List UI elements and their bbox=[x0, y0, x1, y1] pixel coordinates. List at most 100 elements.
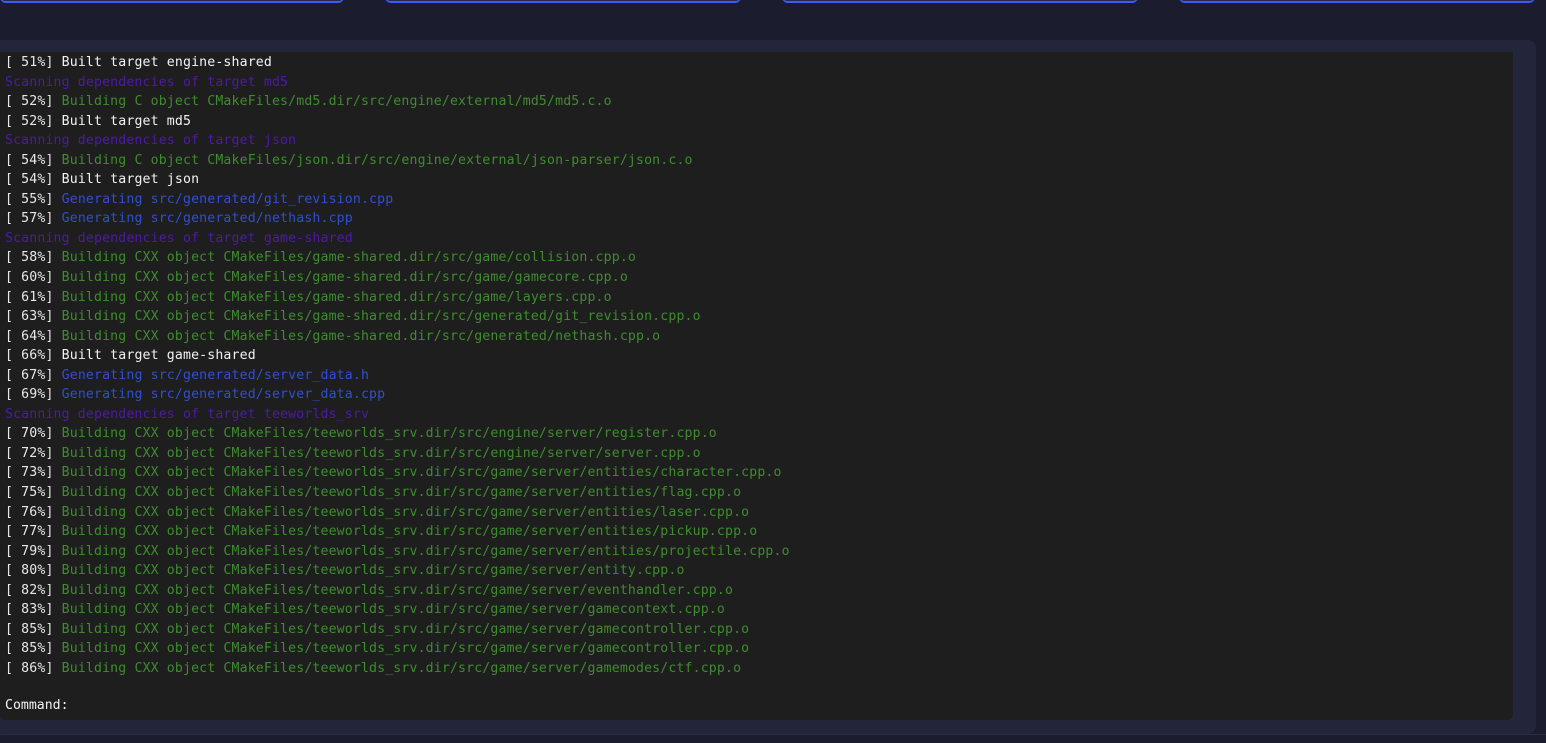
terminal-output: [ 51%] Built target engine-shared Scannin… bbox=[0, 52, 1513, 720]
log-line: [ 72%] Building CXX object CMakeFiles/te… bbox=[5, 444, 1495, 464]
log-line-text: Building CXX object CMakeFiles/teeworlds… bbox=[61, 524, 758, 540]
log-line: [ 73%] Building CXX object CMakeFiles/te… bbox=[5, 463, 1495, 483]
log-line-text: Building CXX object CMakeFiles/teeworlds… bbox=[61, 485, 742, 501]
log-line: [ 58%] Building CXX object CMakeFiles/ga… bbox=[5, 248, 1495, 268]
log-line: [ 82%] Building CXX object CMakeFiles/te… bbox=[5, 581, 1495, 601]
log-line-text: Building CXX object CMakeFiles/game-shar… bbox=[61, 309, 701, 325]
log-line-text: Building CXX object CMakeFiles/game-shar… bbox=[61, 328, 661, 344]
log-line-text: Built target md5 bbox=[61, 113, 192, 129]
log-line-text: Building CXX object CMakeFiles/game-shar… bbox=[61, 250, 636, 266]
log-line-text: Building CXX object CMakeFiles/game-shar… bbox=[61, 270, 628, 286]
log-line-percent: [ 85%] bbox=[5, 621, 62, 637]
top-tab-3[interactable] bbox=[782, 0, 1138, 3]
log-line-percent: [ 58%] bbox=[5, 250, 62, 266]
log-line: Scanning dependencies of target md5 bbox=[5, 73, 1495, 93]
log-line-text: Built target game-shared bbox=[61, 348, 256, 364]
log-line-text: Building CXX object CMakeFiles/teeworlds… bbox=[61, 660, 742, 676]
log-line-text: Building CXX object CMakeFiles/teeworlds… bbox=[61, 563, 685, 579]
log-line-percent: [ 63%] bbox=[5, 309, 62, 325]
log-line-text: Building CXX object CMakeFiles/teeworlds… bbox=[61, 426, 717, 442]
log-line: [ 66%] Built target game-shared bbox=[5, 346, 1495, 366]
log-line: [ 52%] Built target md5 bbox=[5, 112, 1495, 132]
log-line-text: Building C object CMakeFiles/json.dir/sr… bbox=[61, 152, 693, 168]
log-line-text: Scanning dependencies of target json bbox=[5, 133, 297, 149]
top-tab-1[interactable] bbox=[0, 0, 344, 3]
log-line: [ 54%] Built target json bbox=[5, 170, 1495, 190]
log-line: [ 69%] Generating src/generated/server_d… bbox=[5, 385, 1495, 405]
log-line-percent: [ 51%] bbox=[5, 55, 62, 70]
log-line-percent: [ 80%] bbox=[5, 563, 62, 579]
log-line-text: Building CXX object CMakeFiles/teeworlds… bbox=[61, 621, 750, 637]
log-line-percent: [ 70%] bbox=[5, 426, 62, 442]
log-line-text: Generating src/generated/server_data.h bbox=[61, 367, 370, 383]
log-line-text: Built target json bbox=[61, 172, 200, 188]
log-line-percent: [ 85%] bbox=[5, 641, 62, 657]
log-line: Scanning dependencies of target json bbox=[5, 131, 1495, 151]
build-log: [ 51%] Built target engine-shared Scannin… bbox=[5, 53, 1495, 679]
log-line-text: Building CXX object CMakeFiles/teeworlds… bbox=[61, 445, 701, 461]
log-line: [ 70%] Building CXX object CMakeFiles/te… bbox=[5, 424, 1495, 444]
log-line: [ 55%] Generating src/generated/git_revi… bbox=[5, 190, 1495, 210]
log-line-text: Generating src/generated/nethash.cpp bbox=[61, 211, 353, 227]
terminal-panel: [ 51%] Built target engine-shared Scannin… bbox=[0, 40, 1536, 734]
log-line: [ 51%] Built target engine-shared bbox=[5, 53, 1495, 73]
log-line: Scanning dependencies of target teeworld… bbox=[5, 405, 1495, 425]
log-line: [ 85%] Building CXX object CMakeFiles/te… bbox=[5, 620, 1495, 640]
log-line: [ 52%] Building C object CMakeFiles/md5.… bbox=[5, 92, 1495, 112]
log-line-percent: [ 57%] bbox=[5, 211, 62, 227]
log-line: [ 80%] Building CXX object CMakeFiles/te… bbox=[5, 561, 1495, 581]
log-line-percent: [ 64%] bbox=[5, 328, 62, 344]
command-label: Command: bbox=[5, 698, 69, 713]
log-line-percent: [ 61%] bbox=[5, 289, 62, 305]
log-line-percent: [ 83%] bbox=[5, 602, 62, 618]
log-line-text: Building CXX object CMakeFiles/game-shar… bbox=[61, 289, 612, 305]
log-line: [ 75%] Building CXX object CMakeFiles/te… bbox=[5, 483, 1495, 503]
log-line-text: Generating src/generated/server_data.cpp bbox=[61, 387, 386, 403]
log-line-percent: [ 67%] bbox=[5, 367, 62, 383]
log-line: Scanning dependencies of target game-sha… bbox=[5, 229, 1495, 249]
log-line-text: Built target engine-shared bbox=[61, 55, 272, 70]
log-line-percent: [ 82%] bbox=[5, 582, 62, 598]
log-line-text: Building CXX object CMakeFiles/teeworlds… bbox=[61, 543, 790, 559]
log-line: [ 57%] Generating src/generated/nethash.… bbox=[5, 209, 1495, 229]
log-line-text: Building CXX object CMakeFiles/teeworlds… bbox=[61, 641, 750, 657]
log-line: [ 86%] Building CXX object CMakeFiles/te… bbox=[5, 659, 1495, 679]
log-line-percent: [ 66%] bbox=[5, 348, 62, 364]
top-tab-2[interactable] bbox=[385, 0, 741, 3]
log-line: [ 64%] Building CXX object CMakeFiles/ga… bbox=[5, 327, 1495, 347]
log-line-percent: [ 54%] bbox=[5, 172, 62, 188]
log-line-percent: [ 52%] bbox=[5, 113, 62, 129]
log-line-text: Scanning dependencies of target md5 bbox=[5, 74, 289, 90]
log-line-percent: [ 79%] bbox=[5, 543, 62, 559]
log-line: [ 85%] Building CXX object CMakeFiles/te… bbox=[5, 639, 1495, 659]
log-line-text: Scanning dependencies of target game-sha… bbox=[5, 230, 353, 246]
command-input[interactable] bbox=[80, 696, 1480, 716]
log-line: [ 67%] Generating src/generated/server_d… bbox=[5, 366, 1495, 386]
log-line: [ 63%] Building CXX object CMakeFiles/ga… bbox=[5, 307, 1495, 327]
log-line-text: Building CXX object CMakeFiles/teeworlds… bbox=[61, 582, 734, 598]
log-line-percent: [ 72%] bbox=[5, 445, 62, 461]
log-line: [ 61%] Building CXX object CMakeFiles/ga… bbox=[5, 288, 1495, 308]
top-tab-bar bbox=[0, 0, 1546, 6]
log-line-text: Building C object CMakeFiles/md5.dir/src… bbox=[61, 94, 612, 110]
log-line: [ 77%] Building CXX object CMakeFiles/te… bbox=[5, 522, 1495, 542]
log-line: [ 83%] Building CXX object CMakeFiles/te… bbox=[5, 600, 1495, 620]
log-line: [ 60%] Building CXX object CMakeFiles/ga… bbox=[5, 268, 1495, 288]
log-line: [ 54%] Building C object CMakeFiles/json… bbox=[5, 151, 1495, 171]
log-line-percent: [ 52%] bbox=[5, 94, 62, 110]
log-line-percent: [ 77%] bbox=[5, 524, 62, 540]
log-line-percent: [ 60%] bbox=[5, 270, 62, 286]
log-line-text: Building CXX object CMakeFiles/teeworlds… bbox=[61, 465, 782, 481]
log-line-percent: [ 86%] bbox=[5, 660, 62, 676]
log-line-text: Building CXX object CMakeFiles/teeworlds… bbox=[61, 504, 750, 520]
log-line-text: Scanning dependencies of target teeworld… bbox=[5, 406, 370, 422]
log-line: [ 79%] Building CXX object CMakeFiles/te… bbox=[5, 542, 1495, 562]
log-line-percent: [ 69%] bbox=[5, 387, 62, 403]
log-line-percent: [ 76%] bbox=[5, 504, 62, 520]
log-line-percent: [ 54%] bbox=[5, 152, 62, 168]
top-tab-4[interactable] bbox=[1179, 0, 1535, 3]
log-line-percent: [ 73%] bbox=[5, 465, 62, 481]
log-line: [ 76%] Building CXX object CMakeFiles/te… bbox=[5, 503, 1495, 523]
log-line-percent: [ 55%] bbox=[5, 191, 62, 207]
log-line-percent: [ 75%] bbox=[5, 485, 62, 501]
